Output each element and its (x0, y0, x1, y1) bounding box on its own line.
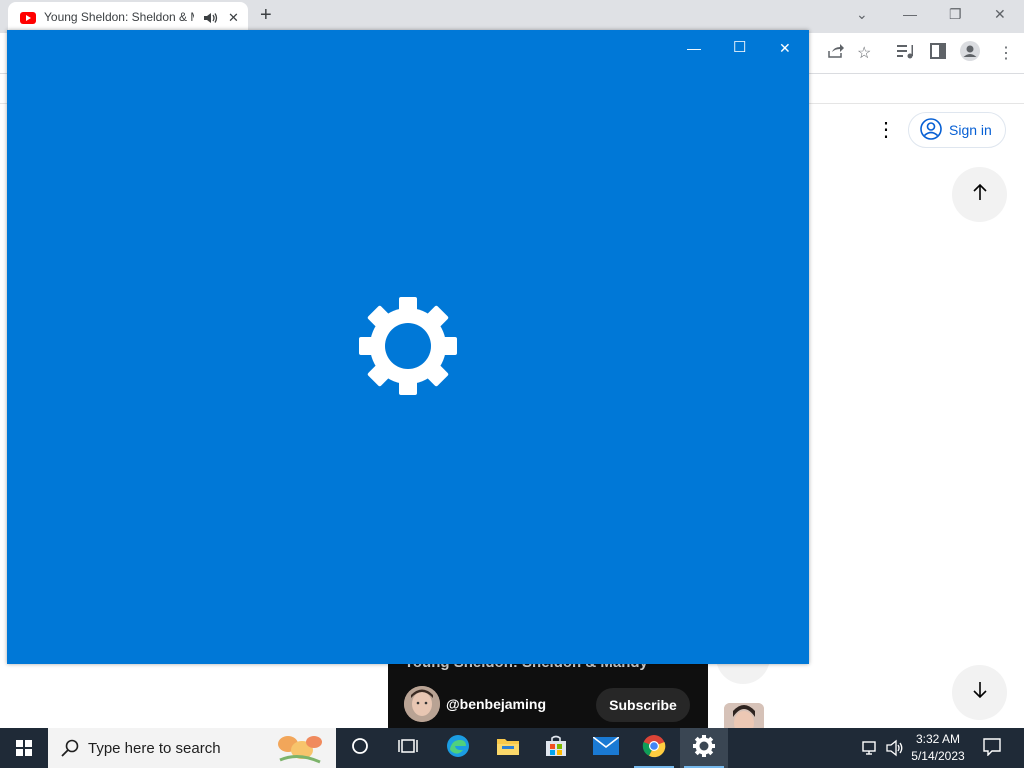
task-view-button[interactable] (384, 728, 432, 768)
arrow-up-icon (971, 183, 989, 206)
task-view-icon (398, 737, 418, 760)
settings-icon (693, 734, 715, 762)
speaker-icon[interactable] (204, 11, 218, 29)
chrome-tab-strip: Young Sheldon: Sheldon & M ✕ + ⌄ — ❐ ✕ (0, 0, 1024, 33)
maximize-button[interactable]: ☐ (733, 38, 746, 56)
edge-button[interactable] (434, 728, 482, 768)
kebab-menu-icon[interactable]: ⋮ (998, 43, 1014, 63)
browser-restore-icon[interactable]: ❐ (949, 6, 962, 23)
minimize-button[interactable]: — (687, 40, 701, 56)
clock-date: 5/14/2023 (911, 749, 965, 763)
subscribe-button[interactable]: Subscribe (596, 688, 690, 722)
account-circle-icon (920, 117, 942, 143)
start-button[interactable] (0, 728, 48, 768)
file-explorer-button[interactable] (484, 728, 532, 768)
related-video-thumbnail[interactable] (724, 703, 764, 729)
youtube-favicon-icon (20, 11, 36, 29)
search-placeholder: Type here to search (88, 740, 221, 757)
settings-button[interactable] (680, 728, 728, 768)
tab-title: Young Sheldon: Sheldon & M (44, 10, 194, 24)
profile-icon[interactable] (960, 41, 980, 66)
store-icon (544, 735, 568, 762)
new-tab-button[interactable]: + (260, 4, 272, 27)
youtube-more-menu[interactable]: ⋮ (876, 120, 896, 140)
chrome-button[interactable] (630, 728, 678, 768)
network-icon[interactable] (862, 739, 880, 762)
taskbar-search-box[interactable]: Type here to search (48, 728, 336, 768)
tab-close-icon[interactable]: ✕ (228, 10, 239, 26)
browser-minimize-icon[interactable]: — (903, 6, 917, 22)
close-button[interactable]: ✕ (779, 40, 791, 57)
star-icon[interactable]: ☆ (857, 43, 871, 63)
side-panel-icon[interactable] (930, 43, 946, 64)
settings-window[interactable]: — ☐ ✕ (7, 30, 809, 664)
share-icon[interactable] (826, 43, 844, 64)
channel-avatar[interactable] (404, 686, 440, 722)
edge-icon (446, 734, 470, 763)
scroll-down-button[interactable] (952, 665, 1007, 720)
store-button[interactable] (532, 728, 580, 768)
taskbar: Type here to search 3:32 AM 5/14/2023 (0, 728, 1024, 768)
channel-name[interactable]: @benbejaming (446, 696, 546, 712)
mail-button[interactable] (582, 728, 630, 768)
video-card[interactable]: Young Sheldon: Sheldon & Mandy @benbejam… (388, 654, 708, 728)
browser-close-icon[interactable]: ✕ (994, 6, 1006, 23)
sign-in-label: Sign in (949, 122, 992, 138)
search-highlight-icon (270, 730, 326, 771)
clock-time: 3:32 AM (915, 732, 961, 746)
arrow-down-icon (971, 681, 989, 704)
sign-in-button[interactable]: Sign in (908, 112, 1006, 148)
system-clock[interactable]: 3:32 AM 5/14/2023 (906, 731, 970, 765)
gear-icon (359, 297, 457, 400)
browser-tab[interactable]: Young Sheldon: Sheldon & M ✕ (8, 2, 248, 33)
mail-icon (592, 735, 620, 760)
media-icon[interactable] (897, 43, 915, 64)
chrome-icon (642, 734, 666, 763)
cortana-icon (351, 737, 369, 760)
scroll-up-button[interactable] (952, 167, 1007, 222)
tab-search-icon[interactable]: ⌄ (856, 6, 868, 23)
file-explorer-icon (496, 736, 520, 761)
notification-icon[interactable] (983, 738, 1001, 761)
cortana-button[interactable] (336, 728, 384, 768)
volume-icon[interactable] (886, 739, 904, 762)
search-icon (60, 738, 80, 763)
